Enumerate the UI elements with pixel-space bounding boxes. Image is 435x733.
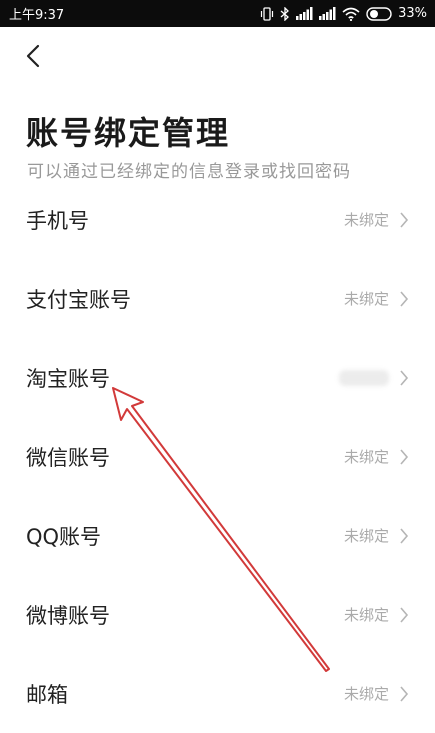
status-time: 上午9:37 [9, 8, 65, 23]
signal-icon-secondary [319, 7, 336, 20]
bound-account-blurred [339, 369, 389, 386]
row-label-alipay: 支付宝账号 [26, 287, 131, 312]
row-phone[interactable]: 手机号 未绑定 [0, 180, 435, 259]
wifi-icon [342, 7, 360, 21]
row-label-qq: QQ账号 [26, 524, 102, 549]
row-label-email: 邮箱 [26, 682, 68, 707]
row-right: 未绑定 [344, 446, 409, 467]
row-right: 未绑定 [344, 288, 409, 309]
row-label-taobao: 淘宝账号 [26, 366, 110, 391]
toggle-icon [366, 6, 392, 21]
chevron-right-icon [400, 369, 409, 386]
row-right: 未绑定 [344, 525, 409, 546]
battery-percentage: 33% [398, 6, 427, 21]
chevron-right-icon [400, 211, 409, 228]
row-wechat[interactable]: 微信账号 未绑定 [0, 417, 435, 496]
binding-status: 未绑定 [343, 290, 389, 308]
chevron-right-icon [400, 448, 409, 465]
row-qq[interactable]: QQ账号 未绑定 [0, 496, 435, 575]
binding-status: 未绑定 [343, 606, 389, 624]
status-bar: 上午9:37 33% [0, 0, 435, 27]
chevron-right-icon [400, 606, 409, 623]
row-label-phone: 手机号 [26, 208, 89, 233]
vibrate-icon [260, 6, 274, 21]
signal-icon [296, 7, 313, 20]
chevron-right-icon [400, 527, 409, 544]
back-button[interactable] [18, 40, 50, 72]
row-alipay[interactable]: 支付宝账号 未绑定 [0, 259, 435, 338]
row-right [339, 369, 409, 387]
row-weibo[interactable]: 微博账号 未绑定 [0, 575, 435, 654]
chevron-right-icon [400, 290, 409, 307]
row-label-wechat: 微信账号 [26, 445, 110, 470]
row-taobao[interactable]: 淘宝账号 [0, 338, 435, 417]
binding-status: 未绑定 [343, 527, 389, 545]
chevron-left-icon [26, 44, 40, 68]
page-subtitle: 可以通过已经绑定的信息登录或找回密码 [27, 162, 351, 182]
row-right: 未绑定 [344, 604, 409, 625]
binding-status: 未绑定 [343, 448, 389, 466]
status-icons: 33% [260, 6, 427, 21]
chevron-right-icon [400, 685, 409, 702]
row-email[interactable]: 邮箱 未绑定 [0, 654, 435, 733]
account-list: 手机号 未绑定 支付宝账号 未绑定 淘宝账号 微信账号 未绑定 QQ账号 未绑定 [0, 180, 435, 733]
row-right: 未绑定 [344, 209, 409, 230]
row-right: 未绑定 [344, 683, 409, 704]
row-label-weibo: 微博账号 [26, 603, 110, 628]
binding-status: 未绑定 [343, 211, 389, 229]
binding-status: 未绑定 [343, 685, 389, 703]
page-title: 账号绑定管理 [26, 114, 231, 152]
bluetooth-icon [280, 6, 290, 21]
